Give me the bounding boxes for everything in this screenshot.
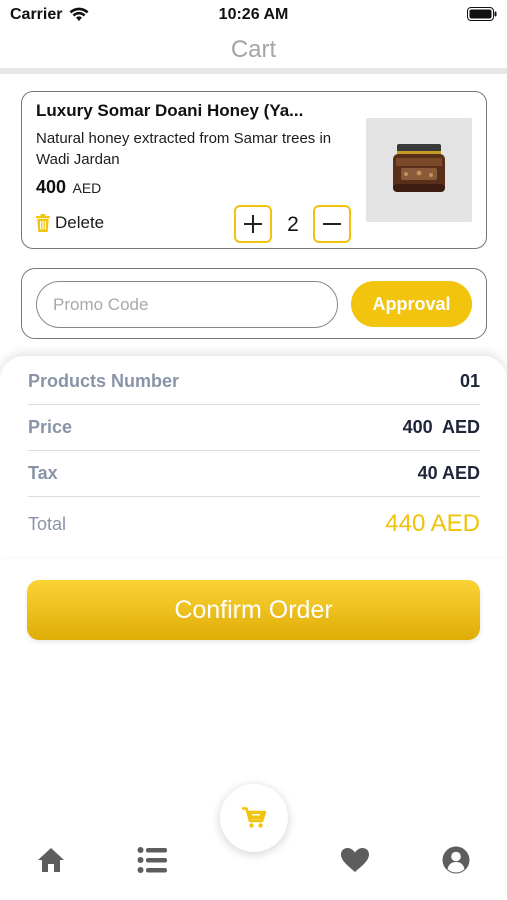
cart-item-card: Luxury Somar Doani Honey (Ya... Natural … (21, 91, 487, 249)
product-description: Natural honey extracted from Samar trees… (36, 130, 332, 168)
products-number-value: 01 (459, 371, 480, 391)
summary-row-total: Total 440 AED (28, 499, 480, 549)
confirm-order-button[interactable]: Confirm Order (27, 580, 480, 640)
price-total-value: 400 AED (402, 417, 480, 437)
status-bar: Carrier 10:26 AM (0, 0, 507, 30)
delete-label: Delete (55, 213, 105, 232)
summary-row-products-number: Products Number 01 (28, 359, 480, 405)
battery-icon (467, 7, 497, 21)
profile-icon (442, 846, 470, 874)
minus-icon (323, 223, 341, 225)
increase-quantity-button[interactable] (234, 205, 272, 243)
delete-button[interactable]: Delete (36, 213, 104, 233)
clock: 10:26 AM (218, 6, 289, 23)
total-label: Total (28, 513, 67, 534)
tab-favorites[interactable] (338, 843, 372, 877)
price-label: Price (28, 417, 73, 437)
list-icon (137, 847, 167, 873)
cart-icon (242, 807, 266, 828)
tab-list[interactable] (135, 843, 169, 877)
promo-code-input[interactable] (36, 281, 338, 328)
product-price: 400 AED (36, 177, 101, 198)
tax-value: 40 AED (417, 463, 480, 483)
products-number-label: Products Number (28, 371, 180, 391)
promo-code-card: Approval (21, 268, 487, 339)
order-summary: Products Number 01 Price 400 AED Tax 40 … (0, 356, 507, 556)
trash-icon (36, 214, 50, 232)
product-name[interactable]: Luxury Somar Doani Honey (Ya... (36, 101, 356, 121)
quantity-value: 2 (287, 213, 299, 236)
summary-row-price: Price 400 AED (28, 405, 480, 451)
home-icon (38, 848, 64, 872)
decrease-quantity-button[interactable] (313, 205, 351, 243)
price-value: 400 (36, 177, 67, 197)
honey-jar-icon (393, 144, 445, 192)
nav-divider (0, 68, 507, 74)
product-image[interactable] (366, 118, 472, 222)
summary-row-tax: Tax 40 AED (28, 451, 480, 497)
tab-cart[interactable] (220, 784, 288, 852)
tab-profile[interactable] (439, 843, 473, 877)
total-value: 440 AED (385, 510, 480, 537)
approval-button[interactable]: Approval (351, 281, 472, 327)
heart-icon (341, 848, 369, 872)
tax-label: Tax (28, 463, 58, 483)
price-currency: AED (72, 180, 102, 196)
page-title: Cart (230, 36, 277, 63)
tab-home[interactable] (34, 843, 68, 877)
plus-icon (244, 215, 262, 233)
